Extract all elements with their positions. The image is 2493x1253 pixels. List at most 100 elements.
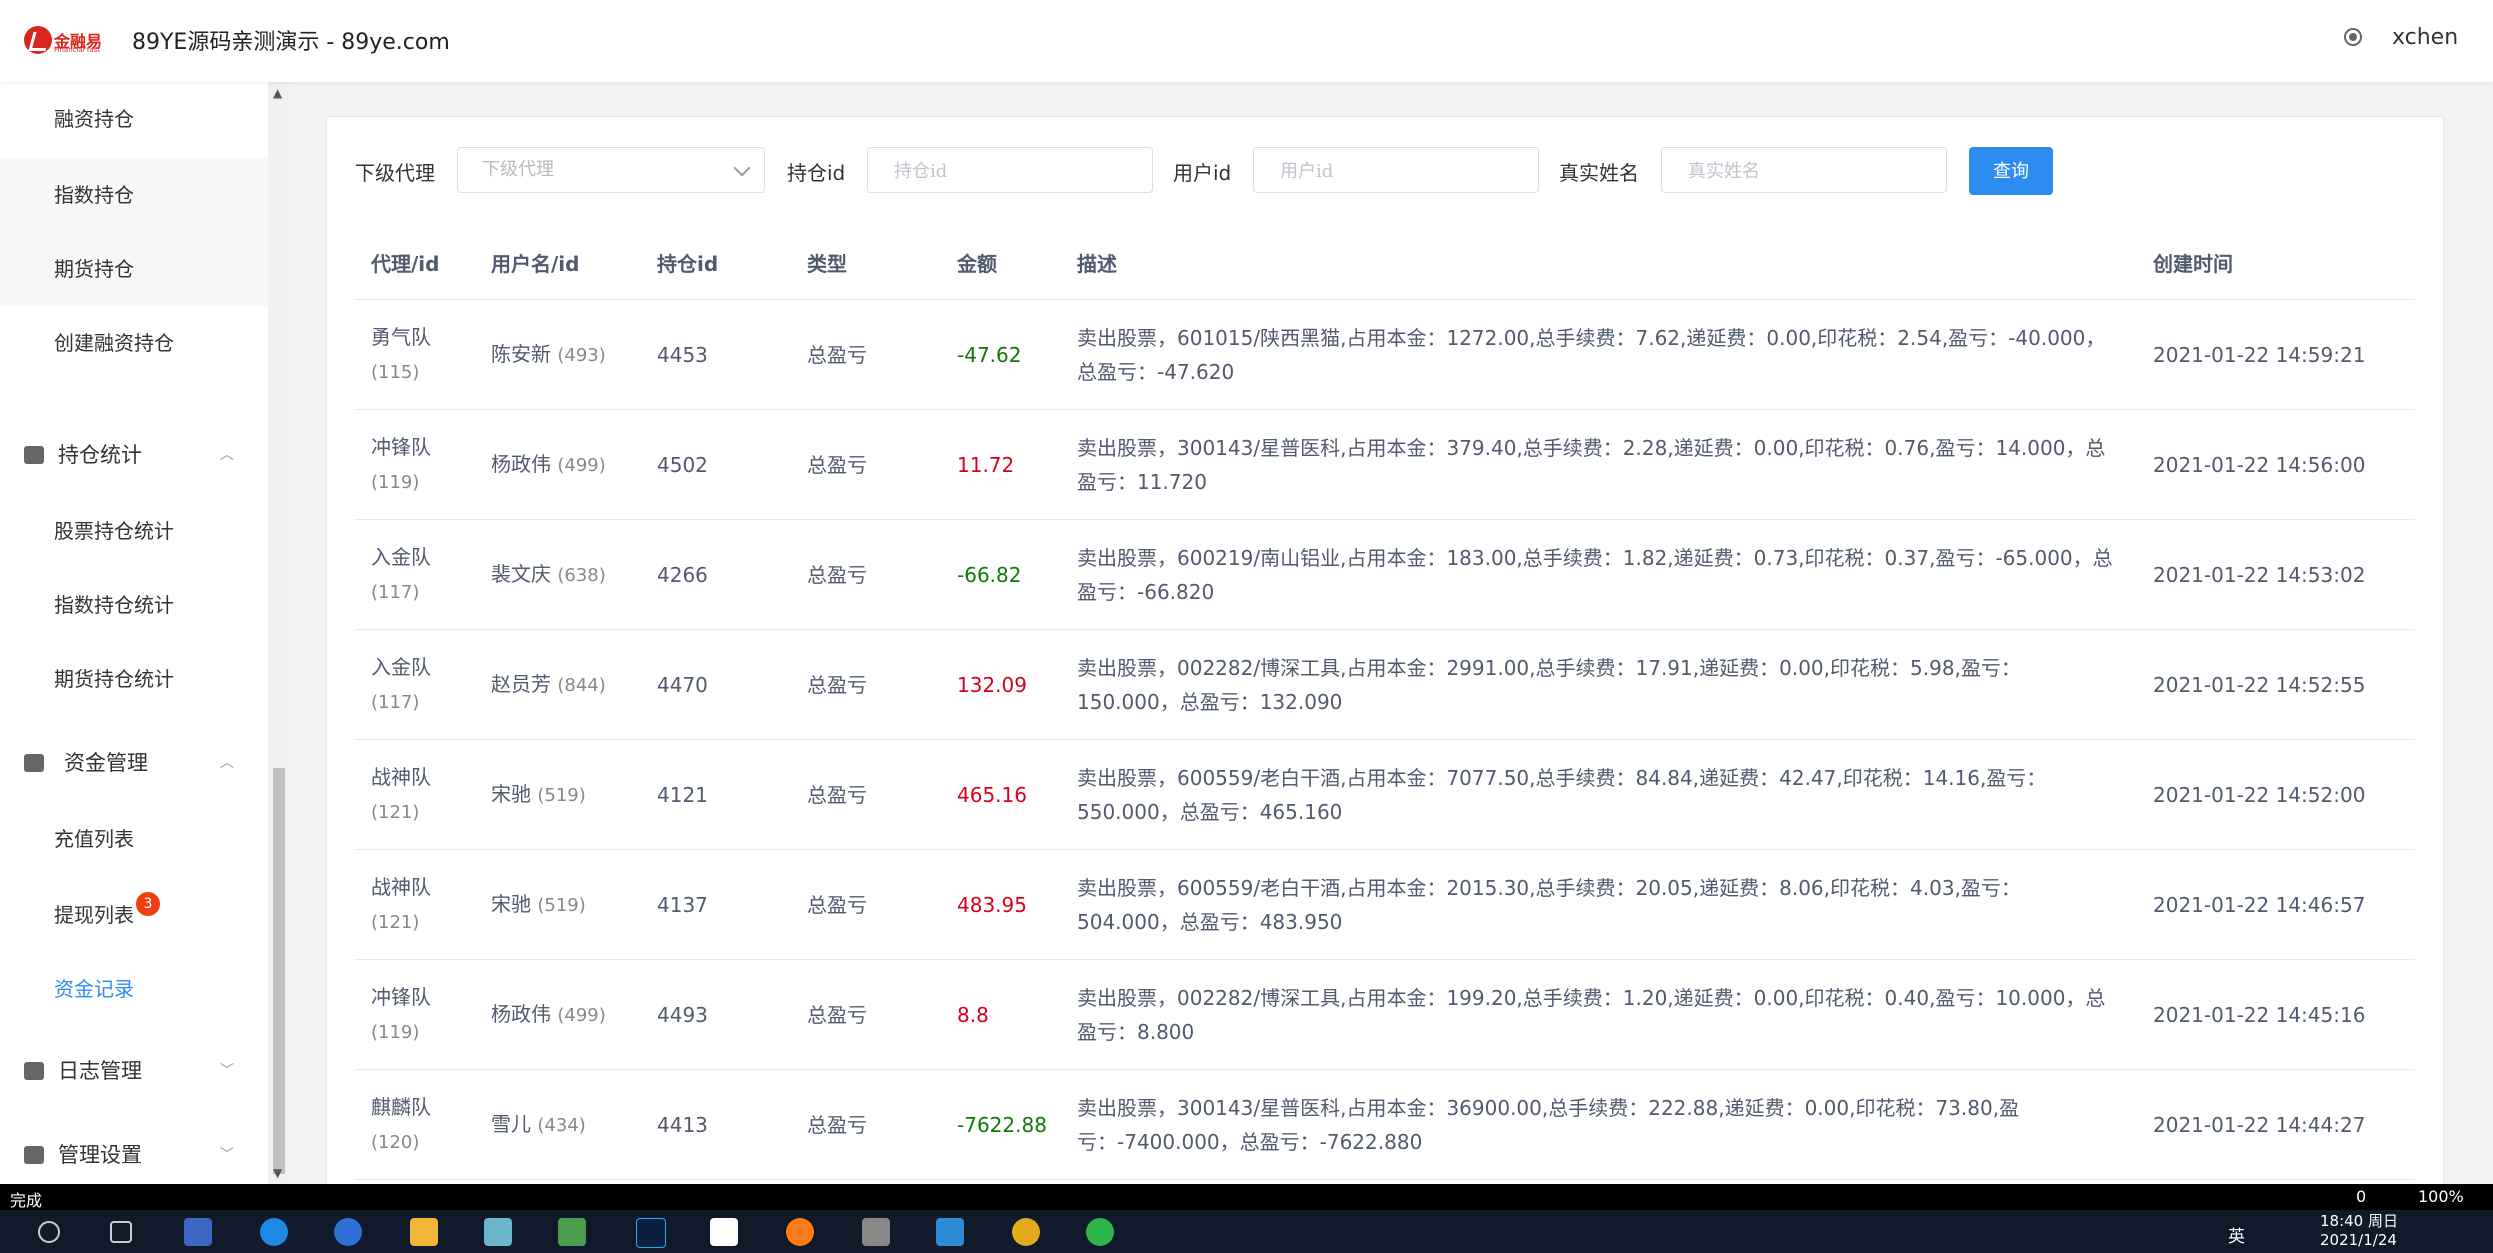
- sidebar-item-index-positions[interactable]: 指数持仓: [0, 158, 268, 232]
- zoom-level[interactable]: 100%: [2418, 1187, 2464, 1206]
- sidebar-scrollbar[interactable]: ▲ ▼: [268, 82, 290, 1184]
- created-time-cell: 2021-01-22 14:44:27: [2137, 1069, 2415, 1180]
- sidebar: 融资持仓 指数持仓 期货持仓 创建融资持仓 持仓统计 ︿ 股票持仓统计 指数持仓…: [0, 82, 268, 1184]
- user-name: 宋驰: [491, 891, 531, 916]
- column-header-agent: 代理/id: [355, 225, 475, 300]
- user-id: (638): [557, 564, 606, 586]
- chevron-down-icon: ﹀: [220, 1147, 234, 1163]
- app-logo[interactable]: 金融易 Financial fast: [24, 24, 102, 56]
- type-cell: 总盈亏: [791, 849, 941, 960]
- description-cell: 卖出股票，002282/博深工具,占用本金：2991.00,总手续费：17.91…: [1061, 629, 2137, 740]
- agent-cell: 冲锋队 (119): [355, 409, 475, 520]
- amount-cell: 11.72: [941, 409, 1061, 520]
- top-bar: 金融易 Financial fast 89YE源码亲测演示 - 89ye.com…: [0, 0, 2493, 82]
- withdraw-badge: 3: [136, 892, 160, 916]
- position-id-cell: 4413: [641, 1069, 791, 1180]
- real-name-input[interactable]: [1686, 148, 1926, 194]
- table-header-row: 代理/id 用户名/id 持仓id 类型 金额 描述 创建时间: [355, 225, 2415, 300]
- user-id-input[interactable]: [1278, 148, 1518, 194]
- description-cell: 卖出股票，600219/南山铝业,占用本金：183.00,总手续费：1.82,递…: [1061, 519, 2137, 630]
- table-row: 入金队 (117) 赵员芳 (844) 4470 总盈亏 132.09 卖出股票，0022…: [355, 629, 2415, 740]
- chevron-down-icon: [733, 159, 751, 177]
- input-language[interactable]: 英: [2228, 1222, 2245, 1247]
- scroll-down-icon[interactable]: ▼: [273, 1166, 282, 1180]
- scroll-up-icon[interactable]: ▲: [273, 86, 282, 100]
- app-icon[interactable]: [862, 1218, 890, 1246]
- sidebar-item-futures-positions[interactable]: 期货持仓: [0, 232, 268, 306]
- sidebar-group-logs[interactable]: 日志管理 ﹀: [0, 1032, 268, 1110]
- user-cell: 雪儿 (434): [475, 1069, 641, 1180]
- table-row: 勇气队 (115) 陈安新 (493) 4453 总盈亏 -47.62 卖出股票，6010…: [355, 299, 2415, 410]
- sidebar-group-funds[interactable]: 资金管理 ︿: [0, 724, 268, 802]
- scrollbar-thumb[interactable]: [273, 768, 285, 1174]
- sidebar-group-position-stats[interactable]: 持仓统计 ︿: [0, 416, 268, 494]
- agent-name: 战神队: [371, 874, 431, 899]
- type-cell: 总盈亏: [791, 739, 941, 850]
- firefox-icon[interactable]: [786, 1218, 814, 1246]
- user-name: 陈安新: [491, 341, 551, 366]
- sidebar-group-settings[interactable]: 管理设置 ﹀: [0, 1116, 268, 1184]
- sidebar-item-fund-records[interactable]: 资金记录: [0, 952, 268, 1026]
- created-time-cell: 2021-01-22 14:59:21: [2137, 299, 2415, 410]
- user-cell: 陈安新 (493): [475, 299, 641, 410]
- stats-icon: [24, 446, 44, 464]
- folder-icon[interactable]: [410, 1218, 438, 1246]
- notepad-icon[interactable]: [484, 1218, 512, 1246]
- user-id: (519): [537, 784, 586, 806]
- sidebar-item-stock-position-stats[interactable]: 股票持仓统计: [0, 494, 268, 568]
- user-menu[interactable]: xchen: [2392, 25, 2458, 50]
- agent-select[interactable]: 下级代理: [457, 147, 765, 193]
- column-header-description: 描述: [1061, 225, 2137, 300]
- baidu-netdisk-icon[interactable]: [710, 1218, 738, 1246]
- photoshop-icon[interactable]: [636, 1218, 666, 1248]
- app-icon[interactable]: [1086, 1218, 1114, 1246]
- position-id-field[interactable]: [867, 147, 1153, 194]
- editor-icon[interactable]: [558, 1218, 586, 1246]
- theme-toggle-icon[interactable]: [2344, 28, 2362, 46]
- app-icon[interactable]: [184, 1218, 212, 1246]
- position-id-cell: 4470: [641, 629, 791, 740]
- position-id-cell: 4502: [641, 409, 791, 520]
- agent-id: (121): [371, 911, 420, 933]
- sidebar-item-withdrawals[interactable]: 提现列表 3: [0, 878, 268, 952]
- search-icon[interactable]: [38, 1221, 60, 1243]
- position-id-cell: 4121: [641, 739, 791, 850]
- description-cell: 卖出股票，002282/博深工具,占用本金：199.20,总手续费：1.20,递…: [1061, 959, 2137, 1070]
- position-filter-label: 持仓id: [787, 161, 846, 185]
- type-cell: 总盈亏: [791, 1069, 941, 1180]
- browser-icon[interactable]: [260, 1218, 288, 1246]
- sidebar-group-label: 管理设置: [58, 1143, 142, 1167]
- table-row: 冲锋队 (119) 杨政伟 (499) 4502 总盈亏 11.72 卖出股票，30014…: [355, 409, 2415, 520]
- real-name-field[interactable]: [1661, 147, 1947, 194]
- sidebar-item-create-margin-position[interactable]: 创建融资持仓: [0, 306, 268, 380]
- table-row: 战神队 (121) 宋驰 (519) 4137 总盈亏 483.95 卖出股票，60055…: [355, 849, 2415, 960]
- vscode-icon[interactable]: [936, 1218, 964, 1246]
- agent-id: (119): [371, 471, 420, 493]
- created-time-cell: 2021-01-22 14:52:55: [2137, 629, 2415, 740]
- amount-cell: 132.09: [941, 629, 1061, 740]
- created-time-cell: 2021-01-22 14:56:00: [2137, 409, 2415, 520]
- browser-active-icon[interactable]: [334, 1218, 362, 1246]
- clock[interactable]: 18:40 周日 2021/1/24: [2320, 1212, 2398, 1250]
- app-icon[interactable]: [1012, 1218, 1040, 1246]
- column-header-type: 类型: [791, 225, 941, 300]
- log-icon: [24, 1062, 44, 1080]
- description-cell: 卖出股票，600559/老白干酒,占用本金：7077.50,总手续费：84.84…: [1061, 739, 2137, 850]
- agent-cell: 入金队 (117): [355, 629, 475, 740]
- user-id-field[interactable]: [1253, 147, 1539, 194]
- agent-cell: 入金队 (117): [355, 519, 475, 630]
- clock-time: 18:40 周日: [2320, 1212, 2398, 1230]
- user-cell: 杨政伟 (499): [475, 409, 641, 520]
- sidebar-item-futures-position-stats[interactable]: 期货持仓统计: [0, 642, 268, 716]
- sidebar-item-index-position-stats[interactable]: 指数持仓统计: [0, 568, 268, 642]
- main-card: 下级代理 下级代理 持仓id 用户id 真实姓名 查询 代理/id 用户名/id…: [326, 116, 2444, 1198]
- position-id-input[interactable]: [892, 148, 1132, 194]
- user-cell: 赵员芳 (844): [475, 629, 641, 740]
- query-button[interactable]: 查询: [1969, 147, 2053, 195]
- agent-name: 麒麟队: [371, 1094, 431, 1119]
- sidebar-item-margin-positions[interactable]: 融资持仓: [0, 82, 268, 156]
- column-header-amount: 金额: [941, 225, 1061, 300]
- fund-records-table: 代理/id 用户名/id 持仓id 类型 金额 描述 创建时间 勇气队 (115…: [355, 225, 2415, 1180]
- task-view-icon[interactable]: [110, 1221, 132, 1243]
- sidebar-item-deposits[interactable]: 充值列表: [0, 802, 268, 876]
